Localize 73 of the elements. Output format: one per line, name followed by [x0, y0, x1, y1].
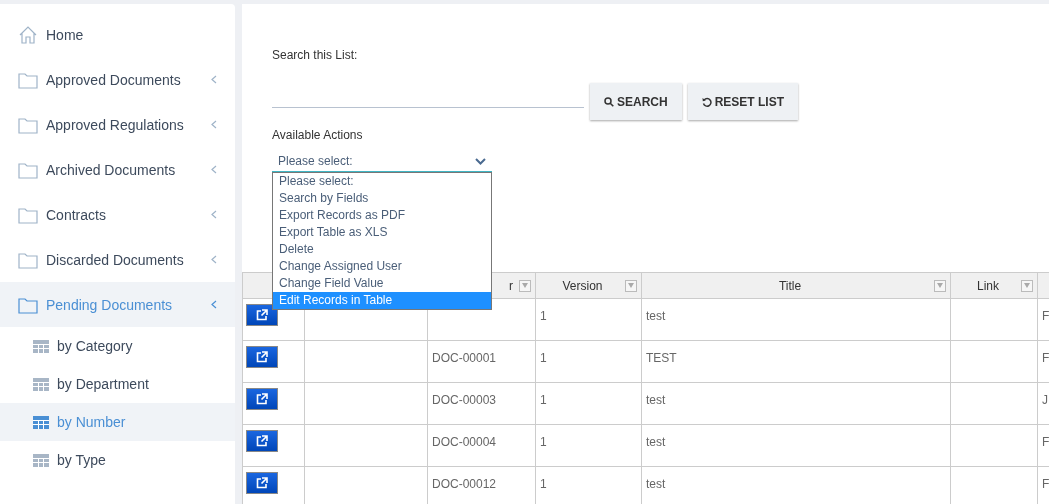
table-cell: TEST	[646, 351, 677, 365]
folder-icon	[18, 295, 38, 314]
home-icon	[18, 24, 38, 45]
table-cell: F	[1042, 309, 1049, 323]
table-cell: 1	[540, 351, 547, 365]
table-cell: 1	[540, 309, 547, 323]
folder-icon	[18, 250, 38, 269]
table-cell: test	[646, 393, 666, 407]
external-link-icon	[256, 477, 268, 489]
sidebar-item[interactable]: Archived Documents	[0, 147, 235, 192]
column-header: r	[508, 278, 514, 293]
table-cell: DOC-00004	[432, 435, 497, 449]
sidebar-subitem[interactable]: by Category	[0, 327, 235, 365]
table-cell: F	[1042, 477, 1049, 491]
external-link-icon	[256, 435, 268, 447]
chevron-left-icon	[211, 300, 217, 309]
column-header: Title	[777, 278, 803, 293]
table-cell: J	[1042, 393, 1048, 407]
search-icon	[604, 96, 614, 107]
open-record-button[interactable]	[246, 388, 278, 410]
table-icon	[33, 415, 49, 429]
actions-label: Available Actions	[272, 128, 364, 142]
table-cell: test	[646, 309, 666, 323]
folder-icon	[18, 160, 38, 179]
sidebar-item[interactable]: Discarded Documents	[0, 237, 235, 282]
table-cell: F	[1042, 351, 1049, 365]
chevron-down-icon	[475, 157, 486, 165]
undo-icon	[701, 96, 712, 107]
open-record-button[interactable]	[246, 472, 278, 494]
column-header: Link	[976, 278, 1000, 293]
dropdown-option[interactable]: Please select:	[273, 173, 491, 190]
table-cell: test	[646, 477, 666, 491]
external-link-icon	[256, 393, 268, 405]
dropdown-option[interactable]: Delete	[273, 241, 491, 258]
table-cell: 1	[540, 435, 547, 449]
table-icon	[33, 453, 49, 467]
table-cell: DOC-00003	[432, 393, 497, 407]
search-button[interactable]: SEARCH	[590, 83, 682, 120]
sidebar-subitem[interactable]: by Department	[0, 365, 235, 403]
dropdown-option[interactable]: Search by Fields	[273, 190, 491, 207]
sidebar-item[interactable]: Approved Regulations	[0, 102, 235, 147]
external-link-icon	[256, 309, 268, 321]
folder-icon	[18, 205, 38, 224]
sidebar-item[interactable]: Home	[0, 12, 235, 57]
dropdown-option[interactable]: Change Field Value	[273, 275, 491, 292]
chevron-left-icon	[211, 75, 217, 84]
sidebar-item[interactable]: Contracts	[0, 192, 235, 237]
dropdown-option[interactable]: Export Records as PDF	[273, 207, 491, 224]
folder-icon	[18, 115, 38, 134]
table-cell: DOC-00001	[432, 351, 497, 365]
open-record-button[interactable]	[246, 304, 278, 326]
open-record-button[interactable]	[246, 346, 278, 368]
chevron-left-icon	[211, 255, 217, 264]
column-header: Version	[561, 278, 604, 293]
table-cell: test	[646, 435, 666, 449]
chevron-left-icon	[211, 210, 217, 219]
external-link-icon	[256, 351, 268, 363]
table-cell: DOC-00012	[432, 477, 497, 491]
dropdown-option[interactable]: Export Table as XLS	[273, 224, 491, 241]
sidebar-item[interactable]: Approved Documents	[0, 57, 235, 102]
table-icon	[33, 339, 49, 353]
table-cell: 1	[540, 393, 547, 407]
table-icon	[33, 377, 49, 391]
sidebar-subitem[interactable]: by Type	[0, 441, 235, 479]
dropdown-option[interactable]: Change Assigned User	[273, 258, 491, 275]
open-record-button[interactable]	[246, 430, 278, 452]
reset-button[interactable]: RESET LIST	[687, 83, 798, 120]
folder-icon	[18, 70, 38, 89]
chevron-left-icon	[211, 120, 217, 129]
table-cell: F	[1042, 435, 1049, 449]
search-label: Search this List:	[272, 48, 359, 62]
chevron-left-icon	[211, 165, 217, 174]
table-cell: 1	[540, 477, 547, 491]
